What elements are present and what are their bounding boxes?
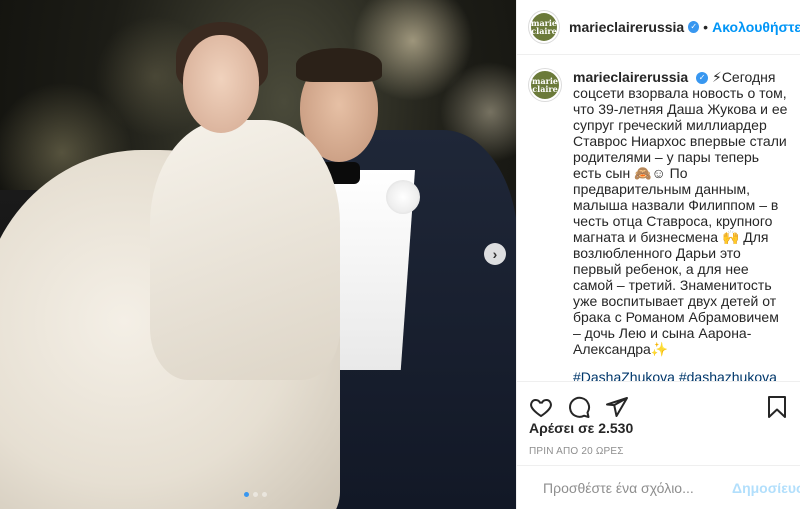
woman-face [183,35,259,133]
post-photo[interactable]: › [0,0,516,509]
carousel-next-button[interactable]: › [484,243,506,265]
bookmark-icon [768,395,786,418]
username-link[interactable]: marieclairerussia [569,19,684,35]
brand-logo-line2: claire [531,26,557,36]
caption-text: ⚡Сегодня соцсети взорвала новость о том,… [573,69,788,357]
like-button[interactable] [529,395,553,419]
man-hair [296,48,382,82]
verified-badge-icon: ✓ [688,21,700,33]
carousel-dot [253,492,258,497]
comment-button[interactable] [567,395,591,419]
caption-avatar-wrap: marie claire [529,69,561,381]
caption-area[interactable]: marie claire marieclairerussia ✓ ⚡Сегодн… [517,55,800,381]
boutonniere [386,180,420,214]
paper-plane-icon [606,396,628,417]
post-side-panel: marie claire marieclairerussia ✓ • Ακολο… [516,0,800,509]
caption-avatar[interactable]: marie claire [529,69,561,101]
verified-badge-icon: ✓ [696,72,709,85]
share-button[interactable] [605,395,629,419]
brand-logo-line2: claire [532,84,558,94]
post-timestamp[interactable]: ΠΡΙΝ ΑΠΟ 20 ΩΡΕΣ [529,446,624,457]
caption-body: marieclairerussia ✓ ⚡Сегодня соцсети взо… [573,69,789,381]
heart-icon [530,398,552,417]
carousel-dots [244,492,267,497]
separator-dot: • [703,19,709,35]
dress-cape [150,120,340,380]
avatar[interactable]: marie claire [529,11,559,43]
carousel-dot [262,492,267,497]
caption-username-link[interactable]: marieclairerussia [573,69,688,85]
publish-button[interactable]: Δημοσίευση [732,480,800,496]
comment-bar: Δημοσίευση [517,465,800,509]
carousel-dot-active [244,492,249,497]
follow-button[interactable]: Ακολουθήστε [712,19,800,35]
post-header: marie claire marieclairerussia ✓ • Ακολο… [517,0,800,55]
caption-hashtags[interactable]: #DashaZhukova #dashazhukova #zhukova #St… [573,369,789,381]
comment-icon [569,396,591,418]
chevron-right-icon: › [492,246,498,262]
save-button[interactable] [765,395,789,419]
likes-count[interactable]: Αρέσει σε 2.530 [529,420,633,436]
comment-input[interactable] [543,479,724,496]
